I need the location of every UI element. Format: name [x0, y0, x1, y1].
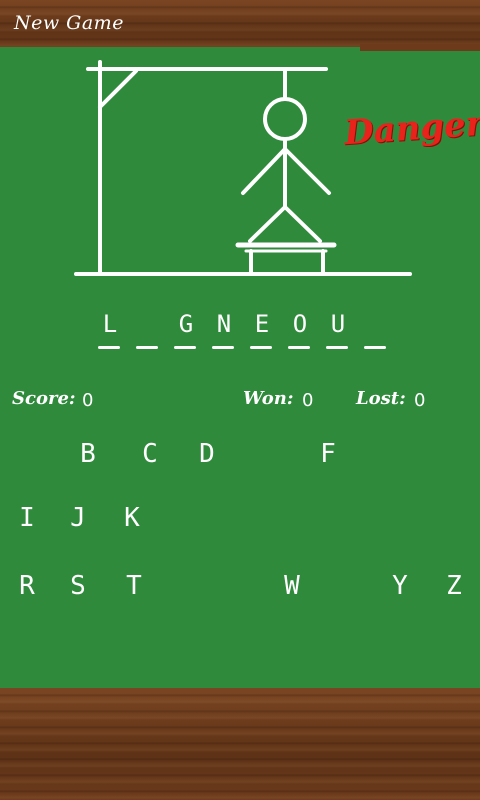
- underline: [212, 346, 234, 349]
- lost-value: 0: [414, 390, 426, 411]
- word-slot-1: L: [96, 308, 124, 356]
- word-slot-5: E: [248, 308, 276, 356]
- figure-right-leg: [283, 205, 322, 243]
- key-d[interactable]: D: [187, 434, 227, 474]
- key-i[interactable]: I: [7, 498, 47, 538]
- underline: [288, 346, 310, 349]
- word-slot-7: U: [324, 308, 352, 356]
- guess-word: L G N E O U: [96, 308, 386, 358]
- key-j[interactable]: J: [58, 498, 98, 538]
- score-label: Score:: [12, 388, 76, 409]
- word-letter: N: [216, 310, 232, 338]
- won-label: Won:: [243, 388, 294, 409]
- top-wood-bar: New Game: [0, 0, 480, 50]
- word-slot-4: N: [210, 308, 238, 356]
- word-letter: E: [254, 310, 270, 338]
- gallows-brace: [98, 69, 138, 109]
- key-f[interactable]: F: [308, 434, 348, 474]
- figure-left-leg: [248, 205, 287, 243]
- word-letter: U: [330, 310, 346, 338]
- lost-label: Lost:: [356, 388, 406, 409]
- word-letter: L: [102, 310, 118, 338]
- key-z[interactable]: Z: [434, 566, 474, 606]
- key-r[interactable]: R: [7, 566, 47, 606]
- underline: [326, 346, 348, 349]
- figure-left-arm: [241, 147, 287, 195]
- bottom-wood-bar: [0, 688, 480, 800]
- underline: [174, 346, 196, 349]
- won-value: 0: [302, 390, 314, 411]
- key-w[interactable]: W: [272, 566, 312, 606]
- key-t[interactable]: T: [114, 566, 154, 606]
- underline: [364, 346, 386, 349]
- word-slot-3: G: [172, 308, 200, 356]
- key-s[interactable]: S: [58, 566, 98, 606]
- key-k[interactable]: K: [112, 498, 152, 538]
- key-b[interactable]: B: [68, 434, 108, 474]
- word-letter: O: [292, 310, 308, 338]
- word-slot-6: O: [286, 308, 314, 356]
- word-slot-2: [134, 308, 162, 356]
- word-letter: G: [178, 310, 194, 338]
- key-c[interactable]: C: [130, 434, 170, 474]
- underline: [136, 346, 158, 349]
- underline: [250, 346, 272, 349]
- key-y[interactable]: Y: [380, 566, 420, 606]
- score-value: 0: [82, 390, 94, 411]
- new-game-button[interactable]: New Game: [14, 12, 124, 34]
- underline: [98, 346, 120, 349]
- word-slot-8: [362, 308, 390, 356]
- figure-right-arm: [283, 147, 331, 195]
- figure-head: [263, 97, 307, 141]
